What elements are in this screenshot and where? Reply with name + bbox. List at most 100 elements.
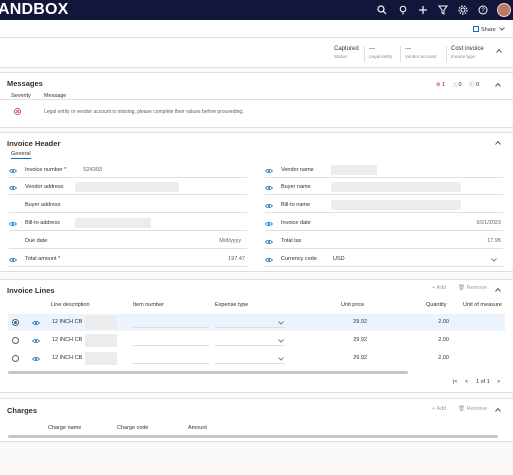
column-header-item-number[interactable]: Item number — [133, 302, 164, 308]
total-tax-field[interactable]: Total tax 17.95 — [265, 236, 503, 249]
unit-price-cell[interactable]: 29.92 — [353, 355, 367, 361]
line-description-cell[interactable]: 12 INCH CB — [52, 337, 82, 343]
column-header-expense-type[interactable]: Expense type — [215, 302, 248, 308]
status-label: Status — [334, 54, 347, 59]
currency-code-label: Currency code — [281, 256, 317, 262]
previous-page-icon[interactable]: < — [465, 379, 468, 385]
due-date-field[interactable]: Due date M/d/yyyy — [9, 236, 247, 249]
bill-to-address-field[interactable]: Bill-to address — [9, 218, 247, 231]
error-count-badge[interactable]: ⊗ 1 — [436, 82, 445, 88]
help-icon[interactable]: ? — [478, 5, 488, 15]
column-header-charge-code[interactable]: Charge code — [117, 425, 149, 431]
remove-line-button[interactable]: 🗑 Remove — [458, 285, 487, 291]
chevron-down-icon[interactable] — [491, 258, 497, 262]
unit-price-cell[interactable]: 29.92 — [353, 319, 367, 325]
eye-icon[interactable] — [32, 356, 40, 362]
quantity-cell[interactable]: 2.00 — [438, 319, 449, 325]
buyer-address-field[interactable]: Buyer address — [9, 200, 247, 213]
chevron-down-icon[interactable] — [278, 321, 284, 325]
chevron-down-icon[interactable] — [278, 357, 284, 361]
eye-icon[interactable] — [32, 320, 40, 326]
row-select-radio[interactable] — [12, 319, 19, 326]
settings-icon[interactable] — [458, 5, 468, 15]
table-row[interactable]: 12 INCH CB 29.92 2.00 — [8, 350, 505, 367]
column-header-amount[interactable]: Amount — [188, 425, 207, 431]
item-number-input[interactable] — [133, 363, 209, 364]
invoice-number-field[interactable]: Invoice number * S24393 — [9, 165, 247, 178]
share-label: Share — [481, 27, 496, 33]
eye-icon[interactable] — [9, 257, 17, 263]
row-select-radio[interactable] — [12, 337, 19, 344]
add-charge-button[interactable]: + Add — [432, 406, 446, 412]
lightbulb-icon[interactable] — [398, 5, 408, 15]
collapse-chevron-icon[interactable] — [495, 287, 501, 293]
total-amount-field[interactable]: Total amount * 197.47 — [9, 254, 247, 267]
vendor-address-field[interactable]: Vendor address — [9, 182, 247, 195]
expense-type-input[interactable] — [215, 363, 285, 364]
line-description-cell[interactable]: 12 INCH CB — [52, 355, 82, 361]
collapse-chevron-icon[interactable] — [495, 140, 501, 146]
total-amount-value: 197.47 — [228, 256, 245, 262]
info-count: 0 — [476, 82, 480, 88]
search-icon[interactable] — [377, 5, 387, 15]
user-avatar[interactable] — [497, 3, 511, 17]
share-button[interactable]: Share — [473, 26, 506, 33]
eye-icon[interactable] — [32, 338, 40, 344]
row-select-radio[interactable] — [12, 355, 19, 362]
collapse-chevron-icon[interactable] — [495, 407, 501, 413]
column-header-line-description[interactable]: Line description — [51, 302, 90, 308]
legal-entity-value: --- — [369, 46, 375, 52]
quantity-cell[interactable]: 2.00 — [438, 337, 449, 343]
currency-code-field[interactable]: Currency code USD — [265, 254, 503, 267]
unit-price-cell[interactable]: 29.92 — [353, 337, 367, 343]
vendor-name-field[interactable]: Vendor name — [265, 165, 503, 178]
eye-icon[interactable] — [265, 239, 273, 245]
quantity-cell[interactable]: 2.00 — [438, 355, 449, 361]
remove-charge-button[interactable]: 🗑 Remove — [458, 406, 487, 412]
invoice-lines-title[interactable]: Invoice Lines — [7, 286, 55, 295]
add-line-button[interactable]: + Add — [432, 285, 446, 291]
action-bar: Share — [0, 20, 513, 38]
eye-icon[interactable] — [9, 185, 17, 191]
plus-icon[interactable] — [418, 5, 428, 15]
column-header-charge-name[interactable]: Charge name — [48, 425, 81, 431]
vendor-account-field: --- Vendor account — [405, 46, 436, 59]
bill-to-name-field[interactable]: Bill-to name — [265, 200, 503, 213]
collapse-chevron-icon[interactable] — [496, 48, 502, 54]
total-amount-label: Total amount * — [25, 256, 61, 262]
warning-count-badge[interactable]: △ 0 — [453, 82, 462, 88]
eye-icon[interactable] — [265, 257, 273, 263]
eye-icon[interactable] — [9, 168, 17, 174]
messages-title[interactable]: Messages — [7, 79, 43, 88]
info-count-badge[interactable]: ⓘ 0 — [469, 80, 479, 88]
eye-icon[interactable] — [265, 185, 273, 191]
filter-icon[interactable] — [438, 5, 448, 15]
column-header-unit-of-measure[interactable]: Unit of measure — [463, 302, 502, 308]
table-row[interactable]: 12 INCH CB 29.92 2.00 — [8, 314, 505, 331]
eye-icon[interactable] — [265, 221, 273, 227]
buyer-name-field[interactable]: Buyer name — [265, 182, 503, 195]
expense-type-input[interactable] — [215, 327, 285, 328]
invoice-number-value: S24393 — [83, 167, 102, 173]
column-header-unit-price[interactable]: Unit price — [341, 302, 364, 308]
first-page-icon[interactable]: |< — [453, 379, 458, 385]
item-number-input[interactable] — [133, 345, 209, 346]
chevron-down-icon[interactable] — [278, 339, 284, 343]
expense-type-input[interactable] — [215, 345, 285, 346]
eye-icon[interactable] — [265, 203, 273, 209]
horizontal-scrollbar[interactable] — [8, 435, 498, 438]
tab-general[interactable]: General — [11, 151, 31, 159]
eye-icon[interactable] — [9, 221, 17, 227]
next-page-icon[interactable]: > — [497, 379, 500, 385]
invoice-date-field[interactable]: Invoice date 9/21/2023 — [265, 218, 503, 231]
charges-title[interactable]: Charges — [7, 406, 37, 415]
column-header-quantity[interactable]: Quantity — [426, 302, 446, 308]
item-number-input[interactable] — [133, 327, 209, 328]
invoice-header-title[interactable]: Invoice Header — [7, 139, 60, 148]
eye-icon[interactable] — [265, 168, 273, 174]
due-date-value: M/d/yyyy — [219, 238, 241, 244]
horizontal-scrollbar[interactable] — [8, 371, 408, 374]
collapse-chevron-icon[interactable] — [495, 82, 501, 88]
table-row[interactable]: 12 INCH CB 29.92 2.00 — [8, 332, 505, 349]
line-description-cell[interactable]: 12 INCH CB — [52, 319, 82, 325]
